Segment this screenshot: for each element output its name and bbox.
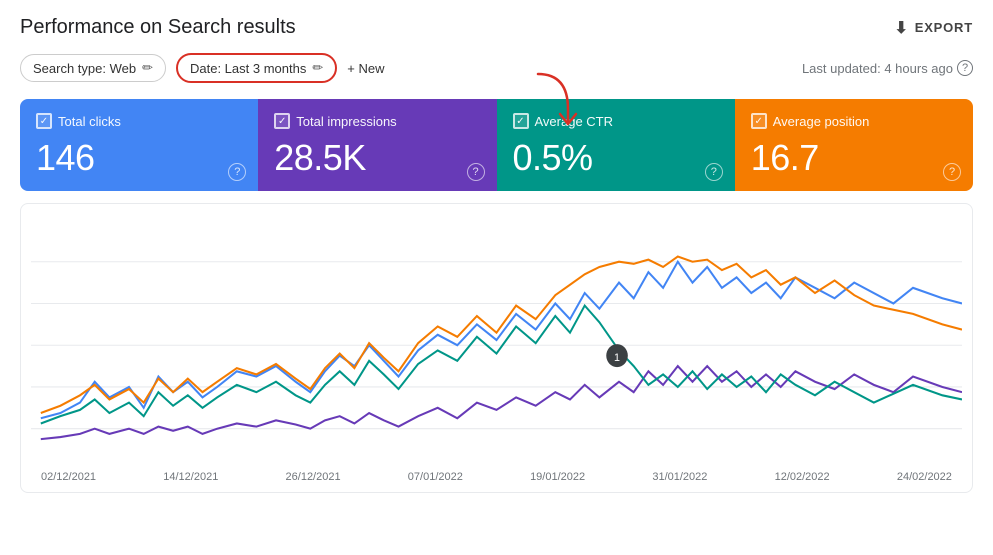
search-type-filter[interactable]: Search type: Web ✏: [20, 54, 166, 82]
export-icon: ⬇: [895, 18, 909, 38]
export-label: EXPORT: [915, 20, 973, 35]
clicks-label-row: ✓ Total clicks: [36, 113, 242, 129]
impressions-value: 28.5K: [274, 137, 480, 179]
ctr-checkbox[interactable]: ✓: [513, 113, 529, 129]
ctr-label: Average CTR: [535, 114, 614, 129]
date-label: Date: Last 3 months: [190, 61, 306, 76]
x-label-7: 24/02/2022: [897, 471, 952, 483]
chart-svg: 1: [31, 220, 962, 460]
metric-card-clicks[interactable]: ✓ Total clicks 146 ?: [20, 99, 258, 191]
impressions-label-row: ✓ Total impressions: [274, 113, 480, 129]
ctr-value: 0.5%: [513, 137, 719, 179]
metric-card-ctr[interactable]: ✓ Average CTR 0.5% ?: [497, 99, 735, 191]
clicks-label: Total clicks: [58, 114, 121, 129]
last-updated-help-icon[interactable]: ?: [957, 60, 973, 76]
export-button[interactable]: ⬇ EXPORT: [895, 18, 973, 38]
clicks-line: [41, 262, 962, 419]
metric-card-impressions[interactable]: ✓ Total impressions 28.5K ?: [258, 99, 496, 191]
edit-icon-date: ✏: [312, 60, 323, 76]
x-label-0: 02/12/2021: [41, 471, 96, 483]
x-label-6: 12/02/2022: [775, 471, 830, 483]
position-value: 16.7: [751, 137, 957, 179]
ctr-label-row: ✓ Average CTR: [513, 113, 719, 129]
last-updated: Last updated: 4 hours ago ?: [802, 60, 973, 76]
header-row: Performance on Search results ⬇ EXPORT: [20, 16, 973, 39]
x-label-2: 26/12/2021: [286, 471, 341, 483]
edit-icon: ✏: [142, 60, 153, 76]
metric-card-position[interactable]: ✓ Average position 16.7 ?: [735, 99, 973, 191]
x-label-4: 19/01/2022: [530, 471, 585, 483]
impressions-help-icon[interactable]: ?: [467, 163, 485, 181]
position-checkbox[interactable]: ✓: [751, 113, 767, 129]
last-updated-text: Last updated: 4 hours ago: [802, 61, 953, 76]
position-help-icon[interactable]: ?: [943, 163, 961, 181]
chart-tooltip-text: 1: [614, 352, 620, 364]
clicks-help-icon[interactable]: ?: [228, 163, 246, 181]
impressions-checkbox[interactable]: ✓: [274, 113, 290, 129]
date-filter[interactable]: Date: Last 3 months ✏: [176, 53, 337, 83]
x-label-3: 07/01/2022: [408, 471, 463, 483]
add-new-label: + New: [347, 61, 384, 76]
search-type-label: Search type: Web: [33, 61, 136, 76]
page-title: Performance on Search results: [20, 16, 296, 39]
position-label-row: ✓ Average position: [751, 113, 957, 129]
position-label: Average position: [773, 114, 870, 129]
ctr-help-icon[interactable]: ?: [705, 163, 723, 181]
clicks-checkbox[interactable]: ✓: [36, 113, 52, 129]
x-axis: 02/12/2021 14/12/2021 26/12/2021 07/01/2…: [31, 465, 962, 483]
add-new-button[interactable]: + New: [347, 61, 384, 76]
filter-row: Search type: Web ✏ Date: Last 3 months ✏…: [20, 53, 973, 83]
impressions-label: Total impressions: [296, 114, 396, 129]
metrics-row: ✓ Total clicks 146 ? ✓ Total impressions…: [20, 99, 973, 191]
clicks-value: 146: [36, 137, 242, 179]
chart-area: 1 02/12/2021 14/12/2021 26/12/2021 07/01…: [20, 203, 973, 493]
x-label-1: 14/12/2021: [163, 471, 218, 483]
x-label-5: 31/01/2022: [652, 471, 707, 483]
main-container: Performance on Search results ⬇ EXPORT S…: [0, 0, 993, 509]
